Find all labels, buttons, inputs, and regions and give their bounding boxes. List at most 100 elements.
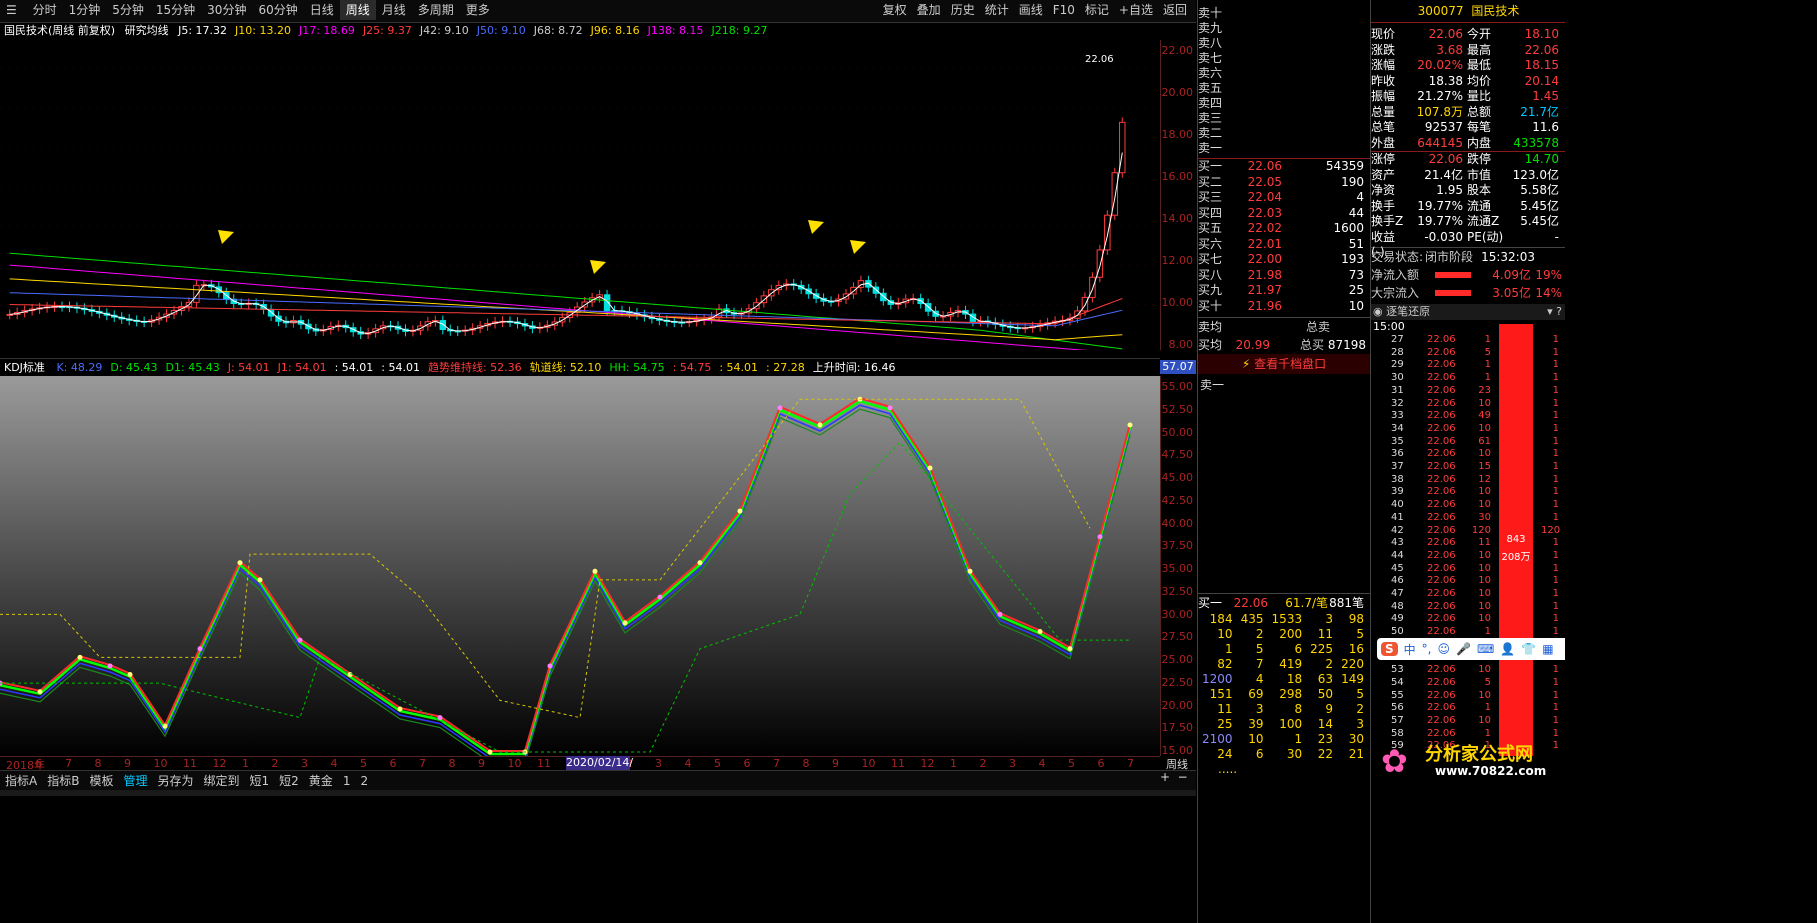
period-tab[interactable]: 60分钟 xyxy=(252,0,303,20)
buy-level-row[interactable]: 买五 22.02 1600 xyxy=(1198,221,1370,237)
period-tab[interactable]: 更多 xyxy=(460,0,496,20)
indicator-tab[interactable]: 指标B xyxy=(42,771,84,791)
period-tab[interactable]: 周线 xyxy=(339,0,376,20)
y-tick-label: 8.00 xyxy=(1168,338,1194,351)
buy-level-row[interactable]: 买二 22.05 190 xyxy=(1198,175,1370,191)
buy-level-row[interactable]: 买九 21.97 25 xyxy=(1198,283,1370,299)
kdj-dot xyxy=(737,508,743,514)
buy-level-row[interactable]: 买三 22.04 4 xyxy=(1198,190,1370,206)
kdj-dot xyxy=(547,663,553,669)
indicator-tab[interactable]: 1 xyxy=(338,771,356,791)
indicator-name[interactable]: 研究均线 xyxy=(125,24,169,37)
y-tick-label: 16.00 xyxy=(1161,170,1194,183)
ime-mode-icon[interactable]: 中 xyxy=(1404,641,1416,658)
lightning-icon: ⚡ xyxy=(1241,357,1251,371)
quote-row: 换手 19.77% 流通 5.45亿 xyxy=(1371,198,1559,213)
toolbar-button[interactable]: +自选 xyxy=(1114,0,1158,20)
kdj-chart[interactable] xyxy=(0,376,1160,756)
indicator-tab[interactable]: 模板 xyxy=(84,771,118,791)
zoom-controls[interactable]: + − xyxy=(1160,770,1188,784)
indicator-tab[interactable]: 短1 xyxy=(245,771,275,791)
ime-toolbar[interactable]: S 中 °, ☺ 🎤 ⌨ 👤 👕 ▦ xyxy=(1377,638,1566,660)
x-tick-label: 4 xyxy=(330,757,338,770)
buy-level-row[interactable]: 买一 22.06 54359 xyxy=(1198,159,1370,175)
buy-level-row[interactable]: 买七 22.00 193 xyxy=(1198,252,1370,268)
period-tab[interactable]: 分时 xyxy=(27,0,63,20)
sell-level-row: 卖五 xyxy=(1198,81,1370,96)
toolbar-button[interactable]: 统计 xyxy=(980,0,1014,20)
period-tab[interactable]: 15分钟 xyxy=(150,0,201,20)
view-depth-link[interactable]: ⚡ 查看千档盘口 xyxy=(1198,354,1370,374)
indicator-tab[interactable]: 指标A xyxy=(0,771,42,791)
right-scrollbar[interactable] xyxy=(1565,0,1817,923)
x-tick-label: 12 xyxy=(212,757,227,770)
main-indicator-bar: 国民技术(周线 前复权) 研究均线 J5: 17.32 J10: 13.20 J17… xyxy=(0,22,1160,40)
y-tick-label: 45.00 xyxy=(1161,471,1194,484)
queue-row: 24 6 30 22 21 xyxy=(1217,747,1364,761)
queue-header: 买一 22.06 61.7/笔 881笔 xyxy=(1198,593,1370,612)
ime-emoji-icon[interactable]: ☺ xyxy=(1438,642,1451,656)
y-tick-label: 10.00 xyxy=(1161,296,1194,309)
tick-row: 45 22.06 10 1 xyxy=(1391,562,1559,574)
ime-voice-icon[interactable]: 🎤 xyxy=(1456,642,1471,656)
kdj-dot xyxy=(887,405,893,411)
period-tab[interactable]: 30分钟 xyxy=(201,0,252,20)
toolbar-button[interactable]: 返回 xyxy=(1158,0,1192,20)
buy-level-row[interactable]: 买四 22.03 44 xyxy=(1198,206,1370,222)
ime-user-icon[interactable]: 👤 xyxy=(1500,642,1515,656)
kdj-name[interactable]: KDJ标准 xyxy=(4,361,45,374)
tick-menu-icon[interactable]: ▾ ? xyxy=(1547,304,1566,320)
tick-row: 36 22.06 10 1 xyxy=(1391,448,1559,460)
quote-row: 涨停 22.06 跌停 14.70 xyxy=(1371,152,1559,166)
buy-level-row[interactable]: 买八 21.98 73 xyxy=(1198,268,1370,284)
ime-punct-icon[interactable]: °, xyxy=(1422,642,1432,656)
indicator-tab[interactable]: 绑定到 xyxy=(199,771,245,791)
y-tick-label: 40.00 xyxy=(1161,516,1194,530)
buy-level-row[interactable]: 买六 22.01 51 xyxy=(1198,237,1370,253)
inflow-row: 大宗流入 3.05亿 14% xyxy=(1371,286,1562,300)
quote-row: 净资 1.95 股本 5.58亿 xyxy=(1371,183,1559,197)
indicator-tab[interactable]: 黄金 xyxy=(304,771,338,791)
quote-row: 资产 21.4亿 市值 123.0亿 xyxy=(1371,167,1559,182)
x-tick-label: 1 xyxy=(242,757,249,770)
quote-row: 昨收 18.38 均价 20.14 xyxy=(1371,73,1559,88)
buy-level-row[interactable]: 买十 21.96 10 xyxy=(1198,299,1370,315)
sell-level-label: 卖二 xyxy=(1198,126,1223,140)
kdj-dot xyxy=(1037,629,1043,635)
tick-row: 50 22.06 1 1 xyxy=(1391,626,1559,638)
ime-keyboard-icon[interactable]: ⌨ xyxy=(1477,642,1494,656)
period-tab[interactable]: 日线 xyxy=(304,0,340,20)
candle-body xyxy=(1081,296,1089,312)
y-tick-label: 47.50 xyxy=(1161,448,1194,462)
toolbar-button[interactable]: 复权 xyxy=(878,0,912,20)
tick-row: 44 22.06 10 1 xyxy=(1391,549,1559,561)
tick-row: 32 22.06 10 1 xyxy=(1391,397,1559,409)
sell-level-row: 卖四 xyxy=(1198,96,1370,111)
bottom-status-strip xyxy=(0,790,1196,796)
price-chart[interactable]: 22.06 xyxy=(0,40,1160,350)
toolbar-button[interactable]: 画线 xyxy=(1014,0,1048,20)
period-tab[interactable]: 5分钟 xyxy=(106,0,150,20)
x-tick-label: 7 xyxy=(1127,757,1134,770)
kdj-dot xyxy=(927,465,933,471)
period-tab[interactable]: 1分钟 xyxy=(63,0,107,20)
kdj-dot xyxy=(657,594,663,600)
period-tab[interactable]: 多周期 xyxy=(412,0,460,20)
ime-grid-icon[interactable]: ▦ xyxy=(1542,642,1553,656)
indicator-tab[interactable]: 管理 xyxy=(118,771,152,791)
indicator-tab[interactable]: 短2 xyxy=(274,771,304,791)
toolbar-button[interactable]: F10 xyxy=(1048,0,1080,20)
period-tab[interactable]: 月线 xyxy=(376,0,412,20)
queue-row: 2100 10 1 23 30 xyxy=(1202,732,1364,746)
menu-icon[interactable]: ☰ xyxy=(0,0,23,20)
toolbar-button[interactable]: 历史 xyxy=(946,0,980,20)
toolbar-button[interactable]: 标记 xyxy=(1080,0,1114,20)
ime-skin-icon[interactable]: 👕 xyxy=(1521,642,1536,656)
toolbar-button[interactable]: 叠加 xyxy=(912,0,946,20)
indicator-value: J: 54.01 xyxy=(227,361,270,374)
indicator-tab[interactable]: 2 xyxy=(355,771,373,791)
x-tick-label: 6 xyxy=(743,757,751,770)
indicator-tab[interactable]: 另存为 xyxy=(152,771,198,791)
sell-level-row: 卖十 xyxy=(1198,6,1370,21)
kdj-dot xyxy=(107,663,113,669)
